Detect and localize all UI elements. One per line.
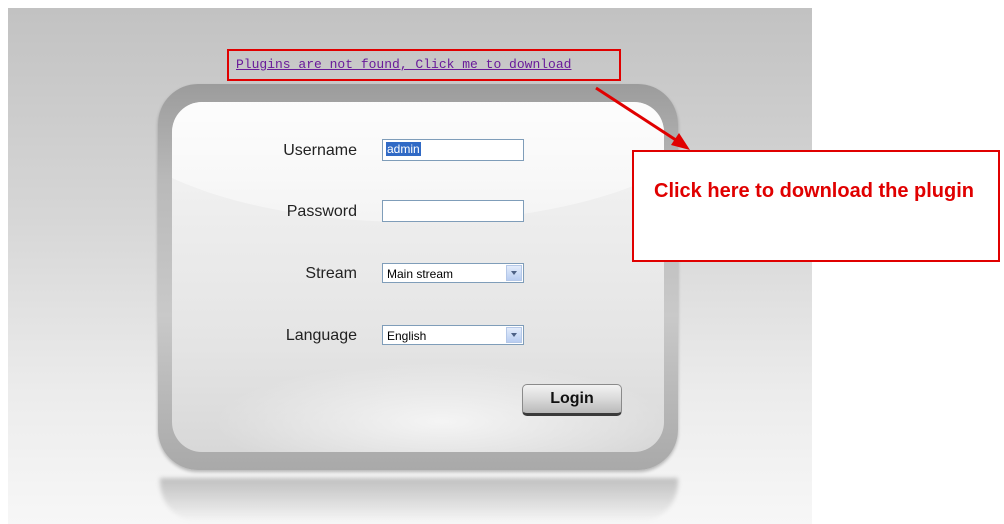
annotation-callout: Click here to download the plugin [632, 150, 1000, 262]
callout-text: Click here to download the plugin [654, 180, 975, 202]
annotation-arrow-icon [595, 86, 690, 150]
